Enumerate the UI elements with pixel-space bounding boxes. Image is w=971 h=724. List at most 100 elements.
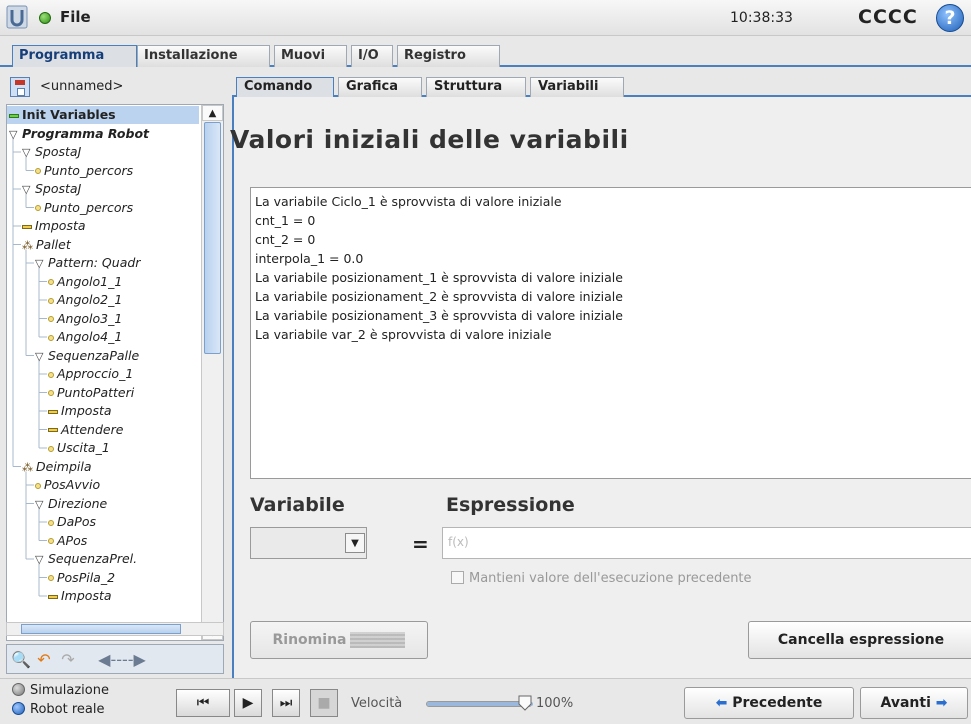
tree-node[interactable]: ▽ Direzione xyxy=(35,495,107,513)
list-item[interactable]: La variabile posizionament_3 è sprovvist… xyxy=(255,306,969,325)
command-bar-icon xyxy=(48,594,58,599)
tab-variabili[interactable]: Variabili xyxy=(530,77,624,97)
tab-programma[interactable]: Programma xyxy=(12,45,137,67)
skip-to-start-icon[interactable]: ⏮ xyxy=(176,689,230,717)
tree-node[interactable]: Init Variables xyxy=(7,106,199,124)
tree-node[interactable]: Angolo1_1 xyxy=(48,273,122,291)
tree-node[interactable]: Uscita_1 xyxy=(48,439,110,457)
tree-node[interactable]: Angolo4_1 xyxy=(48,328,122,346)
scroll-up-arrow-icon[interactable]: ▲ xyxy=(202,105,223,121)
power-on-icon[interactable] xyxy=(39,12,51,24)
tree-node[interactable]: ▽ Programma Robot xyxy=(9,125,149,143)
save-program-icon[interactable] xyxy=(10,77,30,97)
tree-node-label: SpostaJ xyxy=(35,181,82,196)
tree-node[interactable]: Punto_percors xyxy=(35,199,133,217)
list-item[interactable]: interpola_1 = 0.0 xyxy=(255,249,969,268)
list-item[interactable]: La variabile posizionament_1 è sprovvist… xyxy=(255,268,969,287)
simulation-radio[interactable] xyxy=(12,683,25,696)
tree-node[interactable]: ▽ SequenzaPalle xyxy=(35,347,139,365)
list-item[interactable]: La variabile Ciclo_1 è sprovvista di val… xyxy=(255,192,969,211)
list-item[interactable]: cnt_1 = 0 xyxy=(255,211,969,230)
real-robot-label: Robot reale xyxy=(30,702,105,717)
horizontal-scroll-thumb[interactable] xyxy=(21,624,181,634)
tree-node-label: Punto_percors xyxy=(44,199,134,215)
tree-node[interactable]: ⁂ Deimpila xyxy=(22,458,92,476)
tree-node[interactable]: Angolo2_1 xyxy=(48,291,122,309)
waypoint-icon xyxy=(48,519,54,526)
tree-node-label: Programma Robot xyxy=(22,125,150,141)
tree-node-label: APos xyxy=(57,532,88,548)
chevron-down-icon[interactable]: ▼ xyxy=(345,533,365,553)
tree-node[interactable]: ▽ SequenzaPrel. xyxy=(35,550,137,568)
move-node-arrows-icon[interactable]: ◀----▶ xyxy=(87,649,157,671)
tree-node-label: Imposta xyxy=(61,588,112,603)
expand-triangle-icon: ▽ xyxy=(35,553,44,566)
program-name: <unnamed> xyxy=(40,79,124,94)
tree-node[interactable]: Imposta xyxy=(48,587,112,605)
tab-comando[interactable]: Comando xyxy=(236,77,334,97)
tree-node[interactable]: Approccio_1 xyxy=(48,365,133,383)
undo-icon[interactable]: ↶ xyxy=(33,649,55,671)
tree-horizontal-scrollbar[interactable] xyxy=(6,622,224,636)
redo-icon[interactable]: ↷ xyxy=(57,649,79,671)
step-icon[interactable]: ⏭ xyxy=(272,689,300,717)
list-item[interactable]: cnt_2 = 0 xyxy=(255,230,969,249)
speed-slider-thumb-icon[interactable] xyxy=(518,695,532,711)
tree-node-label: DaPos xyxy=(57,514,96,529)
tree-node[interactable]: APos xyxy=(48,532,87,550)
next-button[interactable]: Avanti ➡ xyxy=(860,687,968,719)
tree-node[interactable]: ▽ SpostaJ xyxy=(22,143,81,161)
play-icon[interactable]: ▶ xyxy=(234,689,262,717)
tree-node[interactable]: ▽ Pattern: Quadr xyxy=(35,254,140,272)
ur-logo-icon[interactable] xyxy=(6,5,28,29)
rename-button[interactable]: Rinomina xyxy=(250,621,428,659)
tree-node[interactable]: ▽ SpostaJ xyxy=(22,180,81,198)
help-icon[interactable]: ? xyxy=(936,4,964,32)
clear-expression-button[interactable]: Cancella espressione xyxy=(748,621,971,659)
tab-registro[interactable]: Registro xyxy=(397,45,500,67)
rename-blurred-text xyxy=(350,632,406,648)
tree-node[interactable]: PosPila_2 xyxy=(48,569,115,587)
expand-triangle-icon: ▽ xyxy=(22,183,31,196)
initial-values-list[interactable]: La variabile Ciclo_1 è sprovvista di val… xyxy=(250,187,971,479)
tab-muovi[interactable]: Muovi xyxy=(274,45,347,67)
tree-vertical-scrollbar[interactable]: ▲ ▼ xyxy=(201,105,223,640)
tree-node[interactable]: PosAvvio xyxy=(35,476,100,494)
tab-grafica[interactable]: Grafica xyxy=(338,77,422,97)
tree-node[interactable]: PuntoPatteri xyxy=(48,384,134,402)
speed-slider[interactable] xyxy=(426,701,533,707)
tree-node[interactable]: Angolo3_1 xyxy=(48,310,122,328)
scroll-thumb[interactable] xyxy=(204,122,221,354)
pallet-icon: ⁂ xyxy=(22,460,33,474)
file-menu[interactable]: File xyxy=(60,8,91,26)
tree-node[interactable]: Imposta xyxy=(48,402,112,420)
tree-node[interactable]: ⁂ Pallet xyxy=(22,236,71,254)
tree-node-label: PosAvvio xyxy=(44,477,101,492)
tree-node[interactable]: Attendere xyxy=(48,421,123,439)
search-icon[interactable]: 🔍 xyxy=(11,649,31,671)
tree-node-label: Angolo3_1 xyxy=(57,310,123,326)
keep-previous-value-option[interactable]: Mantieni valore dell'esecuzione preceden… xyxy=(451,571,752,586)
tree-node[interactable]: DaPos xyxy=(48,513,96,531)
tree-node[interactable]: Imposta xyxy=(22,217,86,235)
tab-installazione[interactable]: Installazione xyxy=(137,45,270,67)
waypoint-icon xyxy=(48,390,54,396)
real-robot-radio[interactable] xyxy=(12,702,25,715)
simulation-mode[interactable]: Simulazione xyxy=(12,683,109,698)
tab-io[interactable]: I/O xyxy=(351,45,393,67)
command-content: Valori iniziali delle variabili La varia… xyxy=(230,97,971,678)
list-item[interactable]: La variabile posizionament_2 è sprovvist… xyxy=(255,287,969,306)
tree-node[interactable]: Punto_percors xyxy=(35,162,133,180)
real-robot-mode[interactable]: Robot reale xyxy=(12,702,104,717)
keep-previous-value-checkbox[interactable] xyxy=(451,571,464,584)
stop-icon[interactable]: ■ xyxy=(310,689,338,717)
tab-struttura[interactable]: Struttura xyxy=(426,77,526,97)
previous-button[interactable]: ⬅ Precedente xyxy=(684,687,854,719)
variable-select[interactable]: ▼ xyxy=(250,527,367,559)
expand-triangle-icon: ▽ xyxy=(9,127,18,141)
top-bar: File 10:38:33 CCCC ? xyxy=(0,0,971,36)
speed-label: Velocità xyxy=(351,696,403,711)
expression-input[interactable]: f(x) xyxy=(442,527,971,559)
list-item[interactable]: La variabile var_2 è sprovvista di valor… xyxy=(255,325,969,344)
simulation-label: Simulazione xyxy=(30,683,109,698)
